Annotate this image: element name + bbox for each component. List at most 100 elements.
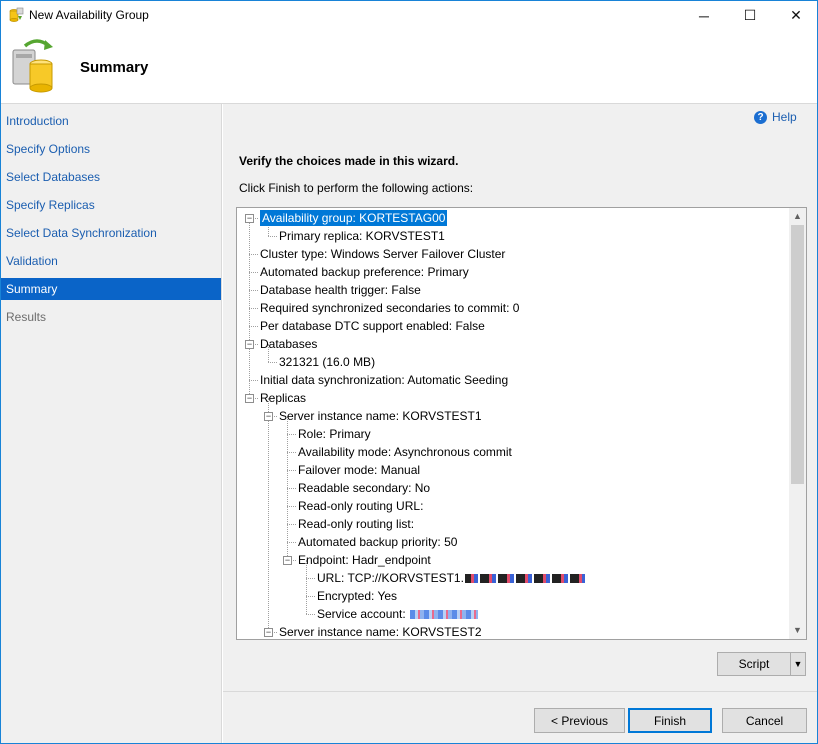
tree-connector [268, 362, 277, 363]
scroll-up-icon[interactable]: ▲ [789, 208, 806, 225]
tree-item[interactable]: Per database DTC support enabled: False [260, 317, 485, 335]
tree-item[interactable]: Cluster type: Windows Server Failover Cl… [260, 245, 505, 263]
nav-item-summary[interactable]: Summary [1, 278, 221, 300]
tree-item[interactable]: Database health trigger: False [260, 281, 421, 299]
tree-item[interactable]: Availability group: KORTESTAG00 [260, 209, 448, 227]
tree-item[interactable]: Automated backup preference: Primary [260, 263, 469, 281]
tree-item[interactable]: Encrypted: Yes [317, 587, 397, 605]
tree-item-label: Role: Primary [298, 427, 371, 441]
tree-item-label: Server instance name: KORVSTEST2 [279, 625, 482, 639]
tree-connector [287, 470, 296, 471]
tree-item[interactable]: Availability mode: Asynchronous commit [298, 443, 512, 461]
tree-item[interactable]: URL: TCP://KORVSTEST1. [317, 569, 585, 587]
collapse-icon[interactable]: − [245, 340, 254, 349]
tree-item-label: Database health trigger: False [260, 283, 421, 297]
summary-tree[interactable]: − Availability group: KORTESTAG00 Primary … [236, 207, 807, 640]
nav-item-select-data-synchronization[interactable]: Select Data Synchronization [1, 222, 221, 244]
tree-item[interactable]: Failover mode: Manual [298, 461, 420, 479]
collapse-icon[interactable]: − [264, 628, 273, 637]
tree-connector [268, 236, 277, 237]
maximize-icon: ☐ [743, 7, 757, 23]
tree-item-label: Failover mode: Manual [298, 463, 421, 477]
tree-connector [287, 524, 296, 525]
tree-item-label: Server instance name: KORVSTEST1 [279, 409, 482, 423]
collapse-icon[interactable]: − [264, 412, 273, 421]
tree-item[interactable]: Readable secondary: No [298, 479, 430, 497]
help-icon: ? [754, 110, 767, 124]
tree-connector [287, 470, 288, 488]
nav-item-introduction[interactable]: Introduction [1, 110, 221, 132]
collapse-icon[interactable]: − [245, 394, 254, 403]
close-button[interactable]: ✕ [773, 1, 817, 30]
nav-item-validation[interactable]: Validation [1, 250, 221, 272]
tree-item-label: Databases [260, 337, 318, 351]
redacted-value [464, 574, 585, 584]
tree-connector [306, 596, 307, 614]
scroll-down-icon[interactable]: ▼ [789, 622, 806, 639]
minimize-button[interactable]: ─ [681, 1, 727, 30]
tree-connector [306, 596, 315, 597]
availability-group-wizard-icon [12, 39, 53, 93]
tree-item[interactable]: Primary replica: KORVSTEST1 [279, 227, 445, 245]
tree-item-label: Automated backup priority: 50 [298, 535, 458, 549]
help-label: Help [772, 110, 797, 124]
tree-item-label: Per database DTC support enabled: False [260, 319, 485, 333]
nav-item-select-databases[interactable]: Select Databases [1, 166, 221, 188]
tree-connector [249, 290, 250, 308]
tree-item[interactable]: Read-only routing list: [298, 515, 414, 533]
tree-item-label: Encrypted: Yes [317, 589, 398, 603]
minimize-icon: ─ [699, 7, 709, 24]
close-icon: ✕ [790, 7, 802, 23]
finish-button[interactable]: Finish [628, 708, 712, 733]
scroll-thumb[interactable] [791, 225, 804, 484]
script-label[interactable]: Script [718, 653, 790, 675]
tree-item[interactable]: Read-only routing URL: [298, 497, 423, 515]
tree-item[interactable]: Role: Primary [298, 425, 371, 443]
tree-connector [306, 614, 315, 615]
nav-item-specify-options[interactable]: Specify Options [1, 138, 221, 160]
tree-item-label: Required synchronized secondaries to com… [260, 301, 520, 315]
cancel-button[interactable]: Cancel [722, 708, 807, 733]
tree-item[interactable]: Endpoint: Hadr_endpoint [298, 551, 431, 569]
wizard-footer: < Previous Finish Cancel [223, 691, 817, 743]
main-panel: ? Help Verify the choices made in this w… [223, 104, 817, 692]
tree-item[interactable]: Databases [260, 335, 317, 353]
wizard-nav: Introduction Specify Options Select Data… [1, 104, 222, 743]
tree-item-label: Availability group: KORTESTAG00 [260, 210, 448, 226]
tree-item[interactable]: 321321 (16.0 MB) [279, 353, 375, 371]
instruction-text: Click Finish to perform the following ac… [239, 181, 474, 195]
maximize-button[interactable]: ☐ [727, 1, 773, 30]
script-button[interactable]: Script ▼ [717, 652, 806, 676]
tree-item[interactable]: Replicas [260, 389, 306, 407]
chevron-down-icon[interactable]: ▼ [790, 653, 805, 675]
tree-item-label: Read-only routing list: [298, 517, 415, 531]
tree-item[interactable]: Required synchronized secondaries to com… [260, 299, 519, 317]
tree-connector [287, 434, 296, 435]
tree-connector [249, 272, 258, 273]
title-bar: New Availability Group ─ ☐ ✕ [1, 1, 817, 30]
tree-item-label: Readable secondary: No [298, 481, 431, 495]
tree-connector [287, 452, 288, 470]
tree-item[interactable]: Service account: [317, 605, 479, 623]
tree-connector [306, 578, 307, 596]
tree-item-label: Initial data synchronization: Automatic … [260, 373, 509, 387]
tree-item[interactable]: Automated backup priority: 50 [298, 533, 457, 551]
collapse-icon[interactable]: − [245, 214, 254, 223]
tree-item[interactable]: Server instance name: KORVSTEST1 [279, 407, 482, 425]
tree-connector [287, 506, 288, 524]
tree-item[interactable]: Server instance name: KORVSTEST2 [279, 623, 482, 639]
collapse-icon[interactable]: − [283, 556, 292, 565]
tree-item[interactable]: Initial data synchronization: Automatic … [260, 371, 508, 389]
tree-connector [249, 290, 258, 291]
tree-connector [249, 272, 250, 290]
wizard-header: Summary [1, 30, 817, 104]
tree-item-label: Cluster type: Windows Server Failover Cl… [260, 247, 506, 261]
tree-item-label: 321321 (16.0 MB) [279, 355, 376, 369]
vertical-scrollbar[interactable]: ▲ ▼ [789, 208, 806, 639]
tree-connector [287, 488, 288, 506]
help-link[interactable]: ? Help [754, 110, 797, 124]
nav-item-specify-replicas[interactable]: Specify Replicas [1, 194, 221, 216]
tree-connector [249, 380, 258, 381]
previous-button[interactable]: < Previous [534, 708, 625, 733]
tree-connector [249, 308, 258, 309]
